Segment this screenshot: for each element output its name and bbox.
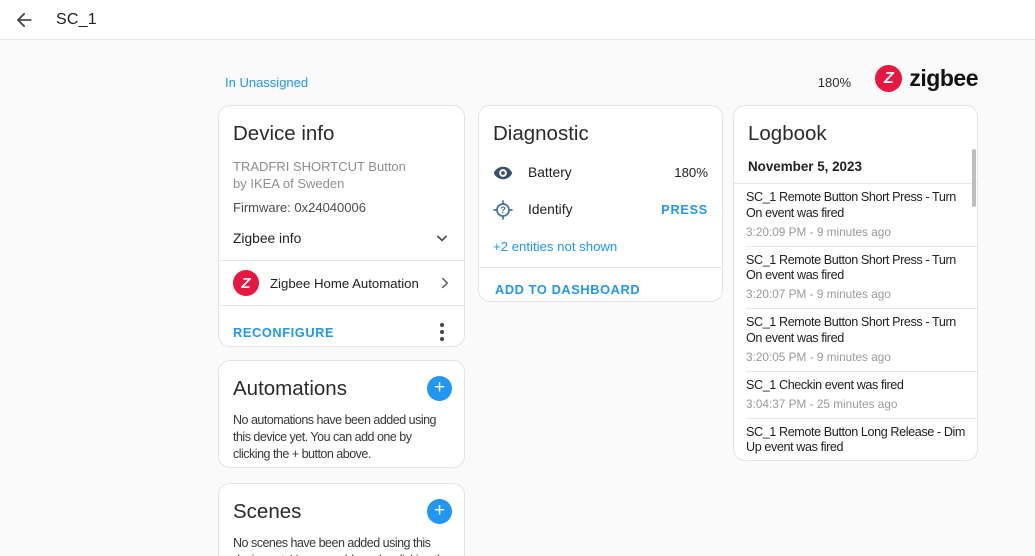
eye-icon (493, 166, 513, 179)
more-entities-link[interactable]: +2 entities not shown (479, 228, 722, 254)
page-title: SC_1 (56, 10, 97, 28)
logbook-entry: SC_1 Remote Button Long Release - Dim Up… (734, 419, 977, 460)
zigbee-brand-logo: Z zigbee (875, 65, 978, 92)
device-model: TRADFRI SHORTCUT Button (233, 159, 406, 174)
zigbee-info-label: Zigbee info (233, 230, 302, 246)
logbook-entry-message[interactable]: SC_1 Remote Button Short Press - Turn On… (746, 315, 967, 347)
scenes-card: Scenes + No scenes have been added using… (218, 483, 465, 556)
logbook-entry-message[interactable]: SC_1 Remote Button Short Press - Turn On… (746, 190, 967, 222)
zigbee-brand-text: zigbee (909, 65, 978, 91)
logbook-entry: SC_1 Remote Button Short Press - Turn On… (734, 184, 977, 246)
logbook-entry: SC_1 Remote Button Short Press - Turn On… (734, 309, 977, 371)
entity-name: Identify (528, 202, 573, 217)
press-button[interactable]: PRESS (661, 203, 708, 217)
zigbee-logo-icon: Z (875, 65, 903, 92)
identify-crosshair-icon: ? (493, 199, 513, 220)
device-page: SC_1 In Unassigned 180% Z zigbee Device … (0, 0, 1035, 556)
device-actions-row: RECONFIGURE (219, 306, 464, 346)
device-info-card: Device info TRADFRI SHORTCUT Button by I… (218, 105, 465, 347)
diagnostic-card: Diagnostic Battery 180% ? Identify PRESS… (478, 105, 723, 302)
device-manufacturer: by IKEA of Sweden (233, 175, 345, 191)
scenes-title: Scenes (233, 499, 302, 523)
logbook-entry: SC_1 Remote Button Short Press - Turn On… (734, 247, 977, 309)
logbook-title: Logbook (748, 122, 827, 145)
logbook-date: November 5, 2023 (748, 159, 862, 174)
scrollbar-thumb[interactable] (972, 149, 976, 207)
arrow-left-icon (16, 12, 32, 27)
chevron-down-icon (437, 235, 447, 242)
logbook-entry-message[interactable]: SC_1 Checkin event was fired (746, 378, 967, 394)
add-automation-button[interactable]: + (427, 376, 452, 401)
logbook-entry-time: 3:20:09 PM - 9 minutes ago (746, 224, 891, 239)
zigbee-logo-icon: Z (233, 270, 259, 296)
add-to-dashboard-button[interactable]: ADD TO DASHBOARD (495, 282, 640, 297)
logbook-entry: SC_1 Checkin event was fired 3:04:37 PM … (734, 372, 977, 418)
automations-card: Automations + No automations have been a… (218, 360, 465, 468)
entity-row-identify[interactable]: ? Identify PRESS (479, 191, 722, 228)
add-scene-button[interactable]: + (427, 499, 452, 524)
entity-state: 180% (674, 165, 708, 180)
logbook-entry-message[interactable]: SC_1 Remote Button Long Release - Dim Up… (746, 425, 967, 457)
reconfigure-button[interactable]: RECONFIGURE (233, 325, 334, 340)
area-link[interactable]: In Unassigned (225, 75, 308, 90)
scenes-empty-text: No scenes have been added using this dev… (233, 536, 450, 556)
zigbee-info-expander[interactable]: Zigbee info (219, 215, 464, 260)
logbook-entry-time: 3:20:05 PM - 9 minutes ago (746, 349, 891, 364)
logbook-card: Logbook November 5, 2023 SC_1 Remote But… (733, 105, 978, 461)
automations-empty-text: No automations have been added using thi… (233, 413, 437, 461)
logbook-entry-time: 3:04:37 PM - 25 minutes ago (746, 396, 898, 411)
logbook-entry-time: 3:03:11 PM - 26 minutes ago (746, 459, 967, 460)
chevron-right-icon (442, 277, 449, 289)
battery-percentage: 180% (817, 75, 851, 90)
integration-link-zha[interactable]: Z Zigbee Home Automation (219, 261, 464, 305)
overflow-menu-icon[interactable] (430, 317, 454, 346)
device-firmware: Firmware: 0x24040006 (233, 200, 366, 215)
entity-name: Battery (528, 165, 572, 180)
top-app-bar: SC_1 (0, 0, 1035, 40)
svg-text:?: ? (500, 205, 506, 215)
back-button[interactable] (4, 0, 44, 40)
logbook-entry-message[interactable]: SC_1 Remote Button Short Press - Turn On… (746, 253, 967, 285)
logbook-entry-time: 3:20:07 PM - 9 minutes ago (746, 287, 891, 302)
entity-row-battery[interactable]: Battery 180% (479, 154, 722, 191)
diagnostic-title: Diagnostic (493, 122, 589, 145)
automations-title: Automations (233, 376, 347, 400)
device-info-title: Device info (233, 122, 335, 145)
integration-label: Zigbee Home Automation (270, 275, 419, 291)
